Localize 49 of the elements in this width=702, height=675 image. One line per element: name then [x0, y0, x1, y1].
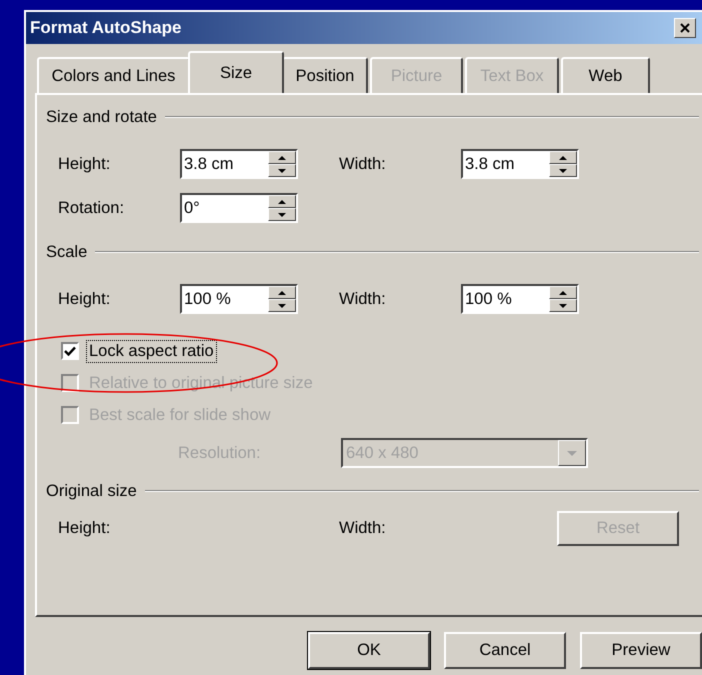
field-label: Width:	[339, 290, 387, 308]
checkbox[interactable]	[61, 342, 79, 360]
spin-up-button[interactable]	[268, 151, 296, 164]
spin-up-button[interactable]	[268, 195, 296, 208]
tab[interactable]: Colors and Lines	[37, 57, 190, 93]
spin-down-button[interactable]	[268, 164, 296, 177]
down-arrow-icon	[278, 212, 286, 216]
spin-down-button[interactable]	[268, 299, 296, 312]
up-arrow-icon	[559, 156, 567, 160]
check-icon	[64, 346, 76, 356]
spin-field[interactable]: 100 %	[180, 284, 298, 314]
section-title: Scale	[46, 242, 88, 262]
field-label: Height:	[58, 290, 112, 308]
field-label: Rotation:	[58, 198, 126, 218]
up-arrow-icon	[278, 290, 286, 294]
down-arrow-icon	[278, 304, 286, 308]
spin-down-button[interactable]	[268, 208, 296, 221]
spin-down-button[interactable]	[549, 299, 577, 312]
down-arrow-icon	[559, 304, 567, 308]
up-arrow-icon	[278, 156, 286, 160]
tab[interactable]: Position	[282, 57, 368, 93]
down-arrow-icon	[278, 168, 286, 172]
spin-field[interactable]: 100 %	[461, 284, 579, 314]
spin-down-button[interactable]	[549, 164, 577, 177]
window-title: Format AutoShape	[30, 18, 182, 38]
up-arrow-icon	[559, 290, 567, 294]
field-label: Width:	[339, 154, 387, 174]
dropdown-arrow-icon	[567, 450, 577, 456]
dialog-button[interactable]: Preview	[580, 632, 702, 669]
spin-up-button[interactable]	[549, 286, 577, 299]
checkbox-label: Lock aspect ratio	[86, 340, 217, 362]
field-label: Width:	[339, 519, 387, 538]
close-button[interactable]	[674, 18, 696, 38]
dialog-button[interactable]: OK	[308, 632, 430, 669]
field-label: Height:	[58, 519, 112, 538]
dialog-button[interactable]: Cancel	[444, 632, 566, 669]
close-icon	[680, 23, 690, 33]
field-label: Height:	[58, 154, 112, 174]
spin-field[interactable]: 3.8 cm	[180, 149, 298, 179]
spin-field[interactable]: 3.8 cm	[461, 149, 579, 179]
tab[interactable]: Web	[561, 57, 650, 93]
section-title: Size and rotate	[46, 108, 157, 126]
section-title: Original size	[46, 482, 137, 500]
up-arrow-icon	[278, 200, 286, 204]
tab[interactable]: Size	[188, 51, 284, 93]
spin-up-button[interactable]	[549, 151, 577, 164]
down-arrow-icon	[559, 168, 567, 172]
spin-up-button[interactable]	[268, 286, 296, 299]
spin-field[interactable]: 0°	[180, 193, 298, 223]
